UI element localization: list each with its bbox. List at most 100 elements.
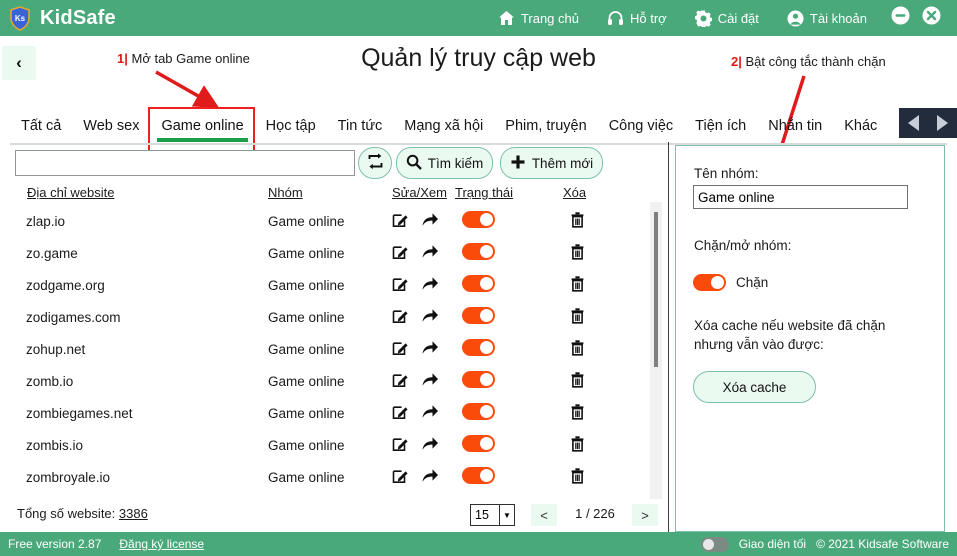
toggle-on-icon[interactable] — [462, 307, 495, 324]
toggle-on-icon[interactable] — [462, 403, 495, 420]
trash-icon[interactable] — [570, 435, 585, 455]
column-header-status[interactable]: Trạng thái — [455, 185, 513, 200]
tab-nhan-tin[interactable]: Nhắn tin — [757, 118, 833, 143]
topnav-label-settings: Cài đặt — [717, 10, 759, 26]
trash-icon[interactable] — [570, 211, 585, 231]
edit-pencil-icon[interactable] — [392, 243, 409, 263]
tab-tin-tuc[interactable]: Tin tức — [327, 118, 394, 143]
next-page-button[interactable]: > — [632, 504, 658, 526]
arrow-forward-icon[interactable] — [421, 371, 439, 391]
status-toggle[interactable] — [462, 243, 495, 263]
minimize-circle-icon[interactable] — [891, 6, 910, 30]
page-size-select[interactable]: 15 ▼ — [470, 504, 515, 526]
toggle-on-icon[interactable] — [462, 243, 495, 260]
status-bar-right: Giao diện tối © 2021 Kidsafe Software — [700, 536, 949, 552]
tab-phim-truyen[interactable]: Phim, truyện — [494, 118, 597, 143]
toggle-on-icon[interactable] — [462, 275, 495, 292]
topnav-label-support: Hỗ trợ — [630, 10, 667, 26]
topnav-item-home[interactable]: Trang chủ — [484, 0, 593, 36]
topnav-item-support[interactable]: Hỗ trợ — [593, 0, 681, 36]
block-group-toggle[interactable] — [693, 274, 726, 291]
search-input[interactable] — [15, 150, 355, 176]
edit-pencil-icon[interactable] — [392, 307, 409, 327]
prev-page-button[interactable]: < — [531, 504, 557, 526]
edit-pencil-icon[interactable] — [392, 371, 409, 391]
edit-pencil-icon[interactable] — [392, 403, 409, 423]
cell-website: zo.game — [26, 245, 78, 261]
tab-label: Công việc — [608, 118, 674, 134]
status-toggle[interactable] — [462, 211, 495, 231]
group-name-label: Tên nhóm: — [694, 166, 759, 181]
topnav-label-home: Trang chủ — [520, 10, 579, 26]
trash-icon[interactable] — [570, 339, 585, 359]
cell-group: Game online — [268, 213, 345, 229]
edit-pencil-icon[interactable] — [392, 435, 409, 455]
tab-label: Web sex — [83, 118, 140, 134]
title-bar: Ks KidSafe Trang chủ Hỗ trợ Cài đặt Tài … — [0, 0, 957, 36]
status-toggle[interactable] — [462, 435, 495, 455]
toggle-on-icon[interactable] — [462, 467, 495, 484]
arrow-forward-icon[interactable] — [421, 243, 439, 263]
trash-icon[interactable] — [570, 243, 585, 263]
register-license-link[interactable]: Đăng ký license — [119, 537, 204, 551]
status-toggle[interactable] — [462, 403, 495, 423]
clear-cache-button[interactable]: Xóa cache — [693, 371, 816, 403]
toggle-on-icon[interactable] — [462, 435, 495, 452]
column-header-group[interactable]: Nhóm — [268, 185, 303, 200]
edit-pencil-icon[interactable] — [392, 339, 409, 359]
trash-icon[interactable] — [570, 275, 585, 295]
shield-ks-icon: Ks — [9, 5, 31, 31]
group-name-input[interactable] — [693, 185, 908, 209]
arrow-forward-icon[interactable] — [421, 307, 439, 327]
status-toggle[interactable] — [462, 307, 495, 327]
chevron-down-icon[interactable]: ▼ — [499, 505, 514, 525]
tab-tien-ich[interactable]: Tiện ích — [684, 118, 757, 143]
toggle-on-icon[interactable] — [462, 371, 495, 388]
edit-pencil-icon[interactable] — [392, 467, 409, 487]
arrow-forward-icon[interactable] — [421, 275, 439, 295]
arrow-forward-icon[interactable] — [421, 467, 439, 487]
arrow-forward-icon[interactable] — [421, 403, 439, 423]
status-toggle[interactable] — [462, 339, 495, 359]
tab-mang-xa-hoi[interactable]: Mạng xã hội — [393, 118, 494, 143]
add-new-button[interactable]: Thêm mới — [500, 147, 603, 179]
tab-hoc-tap[interactable]: Học tập — [255, 118, 327, 143]
tab-tat-ca[interactable]: Tất cả — [10, 118, 72, 143]
trash-icon[interactable] — [570, 403, 585, 423]
toggle-on-icon[interactable] — [462, 339, 495, 356]
trash-icon[interactable] — [570, 371, 585, 391]
tab-game-online[interactable]: Game online — [150, 118, 254, 143]
edit-pencil-icon[interactable] — [392, 211, 409, 231]
search-button[interactable]: Tìm kiếm — [396, 147, 493, 179]
trash-icon[interactable] — [570, 307, 585, 327]
triangle-right-icon[interactable] — [937, 115, 948, 131]
column-header-website[interactable]: Địa chỉ website — [27, 185, 114, 200]
triangle-left-icon[interactable] — [908, 115, 919, 131]
status-toggle[interactable] — [462, 371, 495, 391]
arrow-forward-icon[interactable] — [421, 339, 439, 359]
tab-label: Tin tức — [337, 118, 383, 134]
status-toggle[interactable] — [462, 275, 495, 295]
refresh-sync-icon — [366, 152, 385, 174]
total-websites-value[interactable]: 3386 — [119, 506, 148, 521]
version-label: Free version 2.87 — [8, 537, 102, 551]
tab-cong-viec[interactable]: Công việc — [598, 118, 684, 143]
column-header-edit-view[interactable]: Sửa/Xem — [392, 185, 447, 200]
tab-web-sex[interactable]: Web sex — [72, 118, 150, 143]
status-toggle[interactable] — [462, 467, 495, 487]
close-circle-icon[interactable] — [922, 6, 941, 30]
trash-icon[interactable] — [570, 467, 585, 487]
table-scrollbar[interactable] — [650, 202, 662, 499]
topnav-item-settings[interactable]: Cài đặt — [681, 0, 773, 36]
dark-mode-toggle[interactable] — [700, 536, 729, 552]
refresh-button[interactable] — [358, 147, 392, 179]
tab-khac[interactable]: Khác — [833, 118, 888, 143]
edit-pencil-icon[interactable] — [392, 275, 409, 295]
column-header-delete[interactable]: Xóa — [563, 185, 586, 200]
scrollbar-thumb[interactable] — [654, 212, 658, 367]
arrow-forward-icon[interactable] — [421, 435, 439, 455]
arrow-forward-icon[interactable] — [421, 211, 439, 231]
topnav-item-account[interactable]: Tài khoản — [773, 0, 881, 36]
total-websites-label: Tổng số website: — [17, 506, 116, 521]
toggle-on-icon[interactable] — [462, 211, 495, 228]
